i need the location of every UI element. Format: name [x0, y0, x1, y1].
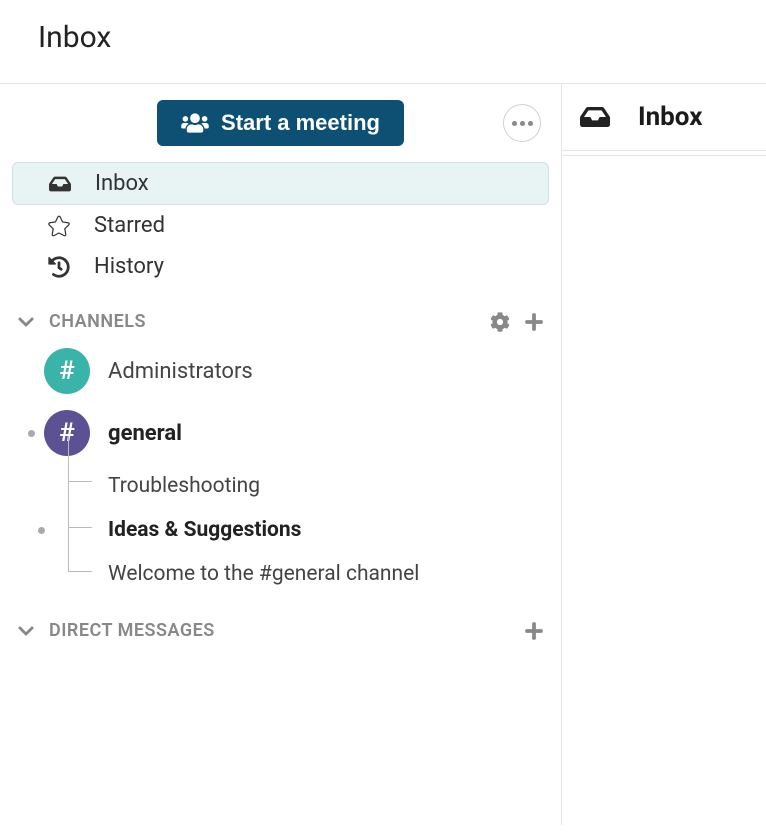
thread-ideas-suggestions[interactable]: Ideas & Suggestions: [12, 508, 549, 552]
app-header: Inbox: [0, 0, 766, 84]
main-header: Inbox: [562, 84, 766, 151]
sidebar: Start a meeting Inbox Starred Hi: [0, 84, 562, 825]
inbox-icon: [49, 173, 71, 195]
thread-label: Welcome to the #general channel: [108, 562, 419, 586]
thread-label: Troubleshooting: [108, 474, 260, 498]
ellipsis-icon: [512, 121, 517, 126]
inbox-icon: [580, 102, 610, 132]
channel-general[interactable]: # general: [12, 402, 549, 464]
thread-troubleshooting[interactable]: Troubleshooting: [12, 464, 549, 508]
chevron-down-icon: [17, 313, 35, 331]
chevron-down-icon: [17, 622, 35, 640]
history-icon: [48, 256, 70, 278]
unread-dot-icon: [28, 430, 35, 437]
hashtag-icon: #: [44, 348, 90, 394]
nav-starred[interactable]: Starred: [12, 205, 549, 246]
more-options-button[interactable]: [503, 104, 541, 142]
channel-name: Administrators: [108, 359, 253, 384]
nav-inbox[interactable]: Inbox: [12, 162, 549, 205]
page-title: Inbox: [38, 20, 728, 55]
channel-name: general: [108, 421, 182, 446]
channels-section-title: CHANNELS: [49, 311, 476, 332]
nav-starred-label: Starred: [94, 213, 165, 238]
thread-label: Ideas & Suggestions: [108, 518, 301, 542]
users-icon: [181, 112, 209, 134]
start-meeting-label: Start a meeting: [221, 110, 380, 136]
unread-dot-icon: [38, 527, 45, 534]
direct-messages-section-title: DIRECT MESSAGES: [49, 620, 510, 641]
channel-administrators[interactable]: # Administrators: [12, 340, 549, 402]
gear-icon[interactable]: [490, 312, 510, 332]
nav-history-label: History: [94, 254, 164, 279]
main-title: Inbox: [638, 102, 702, 132]
plus-icon[interactable]: [524, 312, 544, 332]
star-icon: [48, 215, 70, 237]
thread-welcome[interactable]: Welcome to the #general channel: [12, 552, 549, 596]
direct-messages-section-header[interactable]: DIRECT MESSAGES: [12, 596, 549, 649]
start-meeting-button[interactable]: Start a meeting: [157, 100, 404, 146]
nav-history[interactable]: History: [12, 246, 549, 287]
plus-icon[interactable]: [524, 621, 544, 641]
tree-connector-icon: [68, 436, 92, 572]
sidebar-topbar: Start a meeting: [12, 100, 549, 162]
channels-section-header[interactable]: CHANNELS: [12, 287, 549, 340]
nav-inbox-label: Inbox: [95, 171, 149, 196]
main-panel: Inbox: [562, 84, 766, 156]
